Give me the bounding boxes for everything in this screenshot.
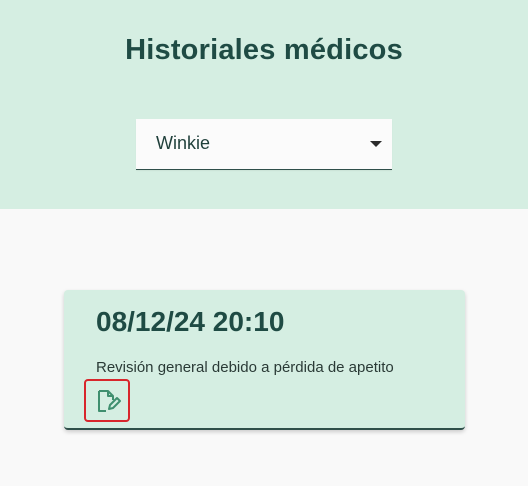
page-header: Historiales médicos Winkie bbox=[0, 0, 528, 209]
record-description: Revisión general debido a pérdida de ape… bbox=[96, 359, 394, 376]
dropdown-arrow-icon bbox=[370, 141, 382, 147]
record-card: 08/12/24 20:10 Revisión general debido a… bbox=[64, 290, 465, 430]
record-datetime: 08/12/24 20:10 bbox=[96, 306, 285, 337]
edit-document-icon bbox=[98, 390, 121, 412]
page-title: Historiales médicos bbox=[125, 34, 403, 66]
pet-select[interactable]: Winkie bbox=[136, 119, 392, 170]
edit-record-button[interactable] bbox=[84, 379, 130, 422]
pet-select-value: Winkie bbox=[156, 133, 211, 153]
